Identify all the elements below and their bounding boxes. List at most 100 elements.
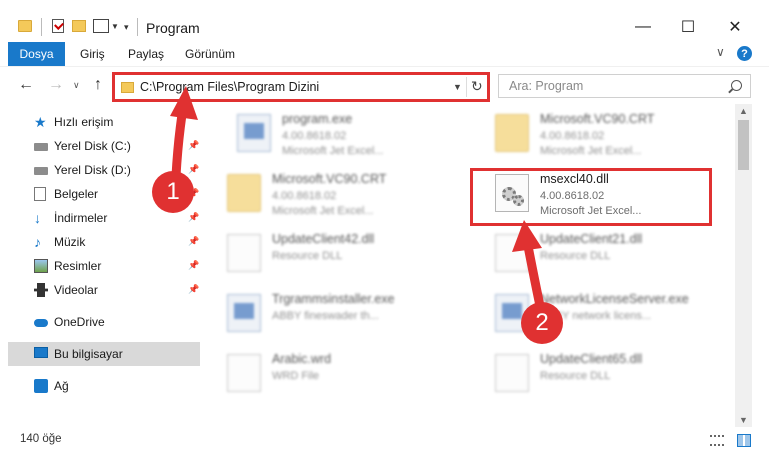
pin-icon: 📌 bbox=[188, 236, 200, 246]
exe-icon bbox=[227, 294, 261, 332]
sidebar-item-label: Videolar bbox=[54, 283, 98, 297]
list-item[interactable]: Microsoft.VC90.CRT 4.00.8618.02 Microsof… bbox=[205, 166, 450, 222]
list-item[interactable]: Trgrammsinstaller.exe ABBY fineswader th… bbox=[205, 286, 450, 342]
file-version: 4.00.8618.02 bbox=[282, 130, 347, 142]
file-description: Microsoft Jet Excel... bbox=[272, 205, 374, 217]
list-item[interactable]: Microsoft.VC90.CRT 4.00.8618.02 Microsof… bbox=[473, 106, 718, 162]
sidebar-item-label: İndirmeler bbox=[54, 211, 108, 225]
pin-icon: 📌 bbox=[188, 140, 200, 150]
minimize-icon: — bbox=[635, 18, 651, 35]
recent-locations-icon[interactable]: ∨ bbox=[73, 80, 80, 91]
address-path[interactable]: C:\Program Files\Program Dizini bbox=[140, 80, 319, 94]
computer-icon bbox=[34, 347, 48, 358]
sidebar-item-label: Yerel Disk (D:) bbox=[54, 163, 131, 177]
list-item[interactable]: UpdateClient42.dll Resource DLL bbox=[205, 226, 450, 282]
vertical-scrollbar[interactable]: ▲ ▼ bbox=[735, 104, 752, 427]
scroll-down-icon[interactable]: ▼ bbox=[739, 415, 748, 425]
file-description: Resource DLL bbox=[540, 250, 611, 262]
maximize-icon: ☐ bbox=[680, 19, 696, 36]
maximize-button[interactable]: ☐ bbox=[665, 12, 711, 42]
tab-giris[interactable]: Giriş bbox=[80, 47, 105, 61]
dll-icon bbox=[495, 234, 529, 272]
sidebar-item-quick-access[interactable]: ★ Hızlı erişim bbox=[14, 110, 202, 134]
file-description: Microsoft Jet Excel... bbox=[540, 145, 642, 157]
music-icon: ♪ bbox=[34, 234, 41, 250]
navigation-pane: ★ Hızlı erişim Yerel Disk (C:) 📌 Yerel D… bbox=[0, 104, 205, 427]
back-arrow-icon[interactable]: ← bbox=[18, 76, 34, 94]
tab-gorunum[interactable]: Görünüm bbox=[185, 47, 235, 61]
search-icon bbox=[731, 80, 742, 91]
customize-toolbar-icon[interactable]: ▾ bbox=[124, 22, 129, 33]
file-name: Trgrammsinstaller.exe bbox=[272, 292, 395, 306]
navigation-bar: ← → ∨ ↑ C:\Program Files\Program Dizini … bbox=[0, 66, 769, 104]
sidebar-item-label: OneDrive bbox=[54, 315, 105, 329]
drive-icon bbox=[34, 167, 48, 175]
list-item[interactable]: NetworkLicenseServer.exe ABBY network li… bbox=[473, 286, 718, 342]
sidebar-item-network[interactable]: Ağ bbox=[14, 374, 202, 398]
new-folder-icon[interactable] bbox=[72, 20, 86, 32]
sidebar-item-label: Resimler bbox=[54, 259, 102, 273]
file-name: Microsoft.VC90.CRT bbox=[272, 172, 387, 186]
divider bbox=[466, 77, 467, 97]
large-icons-view-icon[interactable] bbox=[737, 434, 751, 447]
search-placeholder: Ara: Program bbox=[509, 79, 584, 93]
sidebar-item-label: Ağ bbox=[54, 379, 69, 393]
file-name: UpdateClient21.dll bbox=[540, 232, 643, 246]
window-title: Program bbox=[146, 20, 200, 36]
address-bar[interactable]: C:\Program Files\Program Dizini ▼ ↻ bbox=[112, 72, 490, 102]
list-item[interactable]: Arabic.wrd WRD File bbox=[205, 346, 450, 402]
refresh-icon[interactable]: ↻ bbox=[471, 78, 483, 95]
folder-icon bbox=[227, 174, 261, 212]
close-button[interactable]: ✕ bbox=[712, 12, 758, 42]
expand-ribbon-icon[interactable]: ∨ bbox=[716, 45, 725, 59]
file-name: UpdateClient65.dll bbox=[540, 352, 643, 366]
chevron-down-icon[interactable]: ▼ bbox=[111, 22, 119, 31]
file-description: Resource DLL bbox=[540, 370, 611, 382]
pin-icon: 📌 bbox=[188, 284, 200, 294]
drive-icon bbox=[34, 143, 48, 151]
view-options-icon[interactable] bbox=[93, 19, 109, 33]
file-list: program.exe 4.00.8618.02 Microsoft Jet E… bbox=[205, 104, 735, 427]
sidebar-item-pictures[interactable]: Resimler 📌 bbox=[14, 254, 202, 278]
sidebar-item-videos[interactable]: Videolar 📌 bbox=[14, 278, 202, 302]
folder-icon[interactable] bbox=[18, 20, 32, 32]
list-item[interactable]: program.exe 4.00.8618.02 Microsoft Jet E… bbox=[215, 106, 460, 162]
dll-icon bbox=[227, 234, 261, 272]
minimize-button[interactable]: — bbox=[620, 12, 666, 42]
folder-icon bbox=[121, 82, 134, 93]
file-name: Microsoft.VC90.CRT bbox=[540, 112, 655, 126]
status-bar: 140 öğe bbox=[0, 427, 769, 463]
title-bar: ▼ ▾ Program — ☐ ✕ bbox=[0, 0, 769, 42]
sidebar-item-label: Hızlı erişim bbox=[54, 115, 114, 129]
file-name: NetworkLicenseServer.exe bbox=[540, 292, 689, 306]
address-dropdown-icon[interactable]: ▼ bbox=[453, 82, 462, 92]
tab-paylas[interactable]: Paylaş bbox=[128, 47, 164, 61]
file-name: program.exe bbox=[282, 112, 353, 126]
sidebar-item-label: Müzik bbox=[54, 235, 86, 249]
help-icon[interactable]: ? bbox=[737, 46, 752, 61]
separator bbox=[137, 18, 138, 36]
sidebar-item-local-disk-c[interactable]: Yerel Disk (C:) 📌 bbox=[14, 134, 202, 158]
file-version: 4.00.8618.02 bbox=[540, 130, 605, 142]
forward-arrow-icon[interactable]: → bbox=[48, 76, 64, 94]
scrollbar-thumb[interactable] bbox=[738, 120, 749, 170]
up-arrow-icon[interactable]: ↑ bbox=[94, 76, 102, 94]
file-version: 4.00.8618.02 bbox=[272, 190, 337, 202]
scroll-up-icon[interactable]: ▲ bbox=[739, 106, 748, 116]
list-item[interactable]: UpdateClient65.dll Resource DLL bbox=[473, 346, 718, 402]
tab-dosya[interactable]: Dosya bbox=[8, 42, 65, 66]
search-input[interactable]: Ara: Program bbox=[498, 74, 751, 98]
file-highlight-box bbox=[470, 168, 712, 226]
close-icon: ✕ bbox=[728, 19, 742, 36]
file-description: WRD File bbox=[272, 370, 320, 382]
step-badge-1: 1 bbox=[152, 171, 194, 213]
properties-check-icon[interactable] bbox=[52, 19, 64, 33]
list-item[interactable]: UpdateClient21.dll Resource DLL bbox=[473, 226, 718, 282]
sidebar-item-onedrive[interactable]: OneDrive bbox=[14, 310, 202, 334]
sidebar-item-this-pc[interactable]: Bu bilgisayar bbox=[8, 342, 200, 366]
sidebar-item-label: Belgeler bbox=[54, 187, 99, 201]
item-count: 140 öğe bbox=[20, 433, 62, 445]
details-view-icon[interactable] bbox=[710, 435, 724, 446]
sidebar-item-music[interactable]: ♪ Müzik 📌 bbox=[14, 230, 202, 254]
onedrive-icon bbox=[34, 319, 48, 327]
